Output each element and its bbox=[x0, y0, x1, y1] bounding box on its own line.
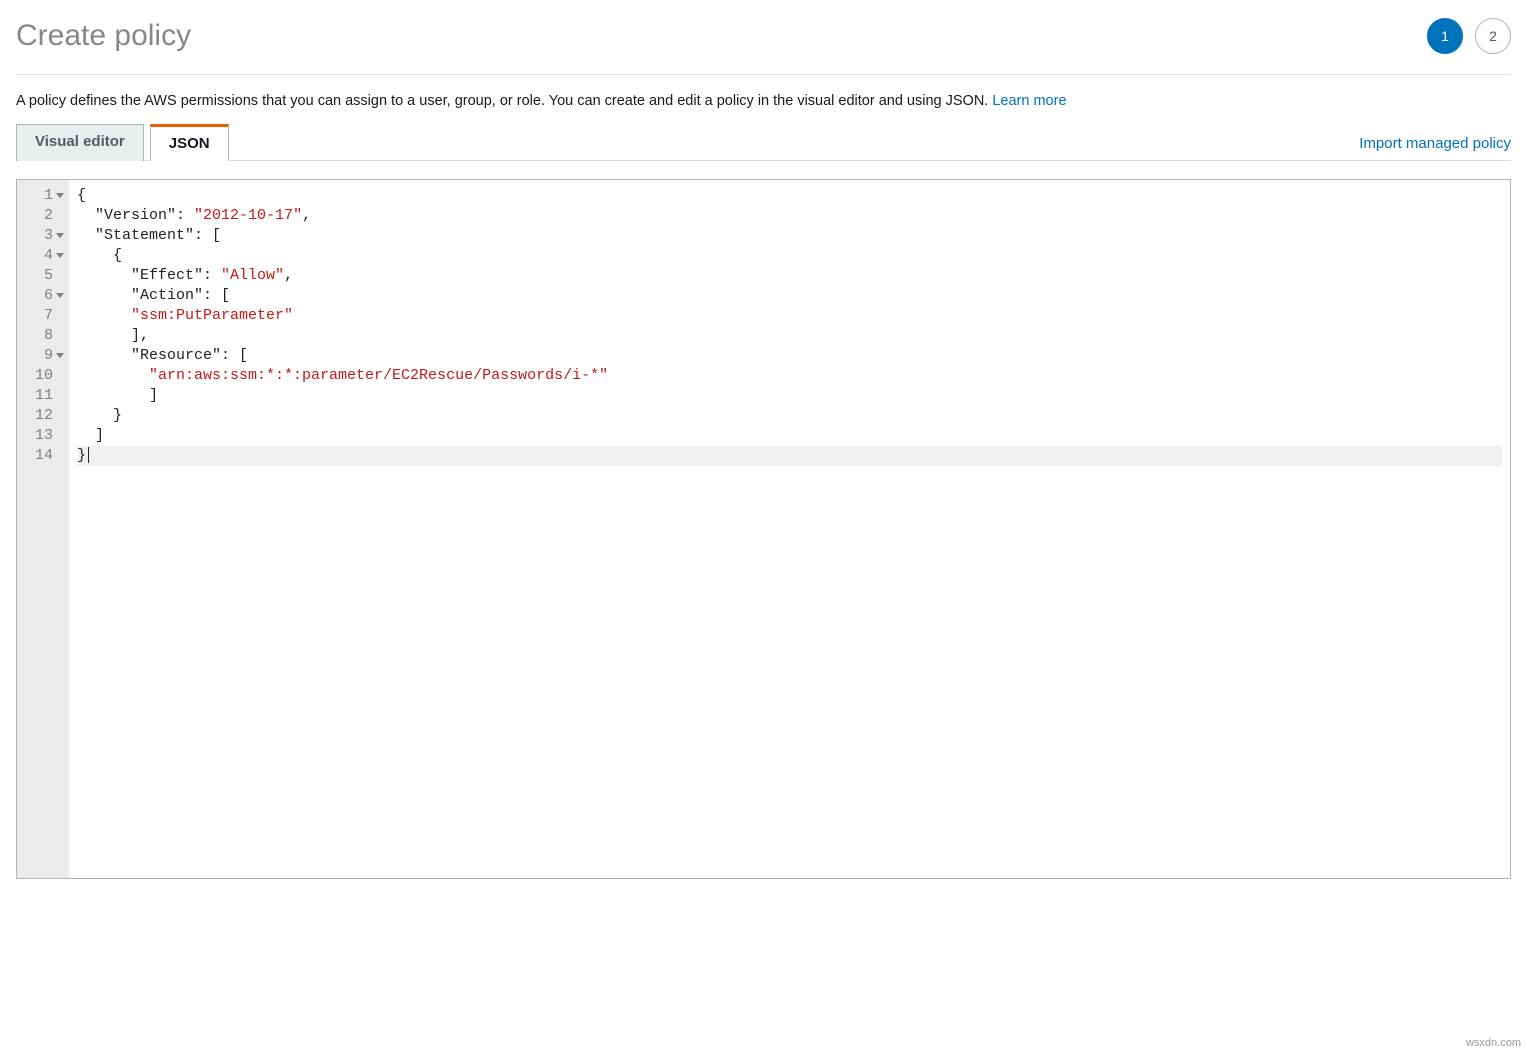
code-line[interactable]: "ssm:PutParameter" bbox=[77, 306, 1502, 326]
page-title: Create policy bbox=[16, 19, 191, 53]
code-line[interactable]: } bbox=[77, 406, 1502, 426]
tab-visual-editor[interactable]: Visual editor bbox=[16, 124, 144, 161]
gutter-line: 3 bbox=[25, 226, 63, 246]
gutter-line: 12 bbox=[25, 406, 63, 426]
policy-description: A policy defines the AWS permissions tha… bbox=[16, 93, 1511, 109]
code-line[interactable]: { bbox=[77, 246, 1502, 266]
attribution-text: wsxdn.com bbox=[1466, 1037, 1521, 1049]
description-text: A policy defines the AWS permissions tha… bbox=[16, 93, 992, 109]
gutter-line: 11 bbox=[25, 386, 63, 406]
step-1[interactable]: 1 bbox=[1427, 18, 1463, 54]
gutter-line: 6 bbox=[25, 286, 63, 306]
code-line[interactable]: } bbox=[77, 446, 1502, 466]
code-line[interactable]: "Action": [ bbox=[77, 286, 1502, 306]
editor-gutter: 1234567891011121314 bbox=[17, 180, 69, 878]
code-line[interactable]: "Resource": [ bbox=[77, 346, 1502, 366]
gutter-line: 2 bbox=[25, 206, 63, 226]
gutter-line: 1 bbox=[25, 186, 63, 206]
editor-tabs: Visual editor JSON bbox=[16, 123, 229, 160]
json-editor[interactable]: 1234567891011121314 { "Version": "2012-1… bbox=[16, 179, 1511, 879]
gutter-line: 13 bbox=[25, 426, 63, 446]
editor-code-area[interactable]: { "Version": "2012-10-17", "Statement": … bbox=[69, 180, 1510, 878]
code-line[interactable]: "Statement": [ bbox=[77, 226, 1502, 246]
gutter-line: 14 bbox=[25, 446, 63, 466]
code-line[interactable]: "arn:aws:ssm:*:*:parameter/EC2Rescue/Pas… bbox=[77, 366, 1502, 386]
import-managed-policy-link[interactable]: Import managed policy bbox=[1359, 135, 1511, 160]
code-line[interactable]: ] bbox=[77, 426, 1502, 446]
code-line[interactable]: "Version": "2012-10-17", bbox=[77, 206, 1502, 226]
step-indicator: 1 2 bbox=[1427, 18, 1511, 54]
tab-json[interactable]: JSON bbox=[150, 124, 229, 161]
code-line[interactable]: ], bbox=[77, 326, 1502, 346]
gutter-line: 9 bbox=[25, 346, 63, 366]
gutter-line: 8 bbox=[25, 326, 63, 346]
gutter-line: 7 bbox=[25, 306, 63, 326]
code-line[interactable]: "Effect": "Allow", bbox=[77, 266, 1502, 286]
code-line[interactable]: ] bbox=[77, 386, 1502, 406]
gutter-line: 5 bbox=[25, 266, 63, 286]
gutter-line: 4 bbox=[25, 246, 63, 266]
gutter-line: 10 bbox=[25, 366, 63, 386]
code-line[interactable]: { bbox=[77, 186, 1502, 206]
learn-more-link[interactable]: Learn more bbox=[992, 93, 1066, 109]
editor-cursor bbox=[88, 447, 89, 463]
step-2[interactable]: 2 bbox=[1475, 18, 1511, 54]
